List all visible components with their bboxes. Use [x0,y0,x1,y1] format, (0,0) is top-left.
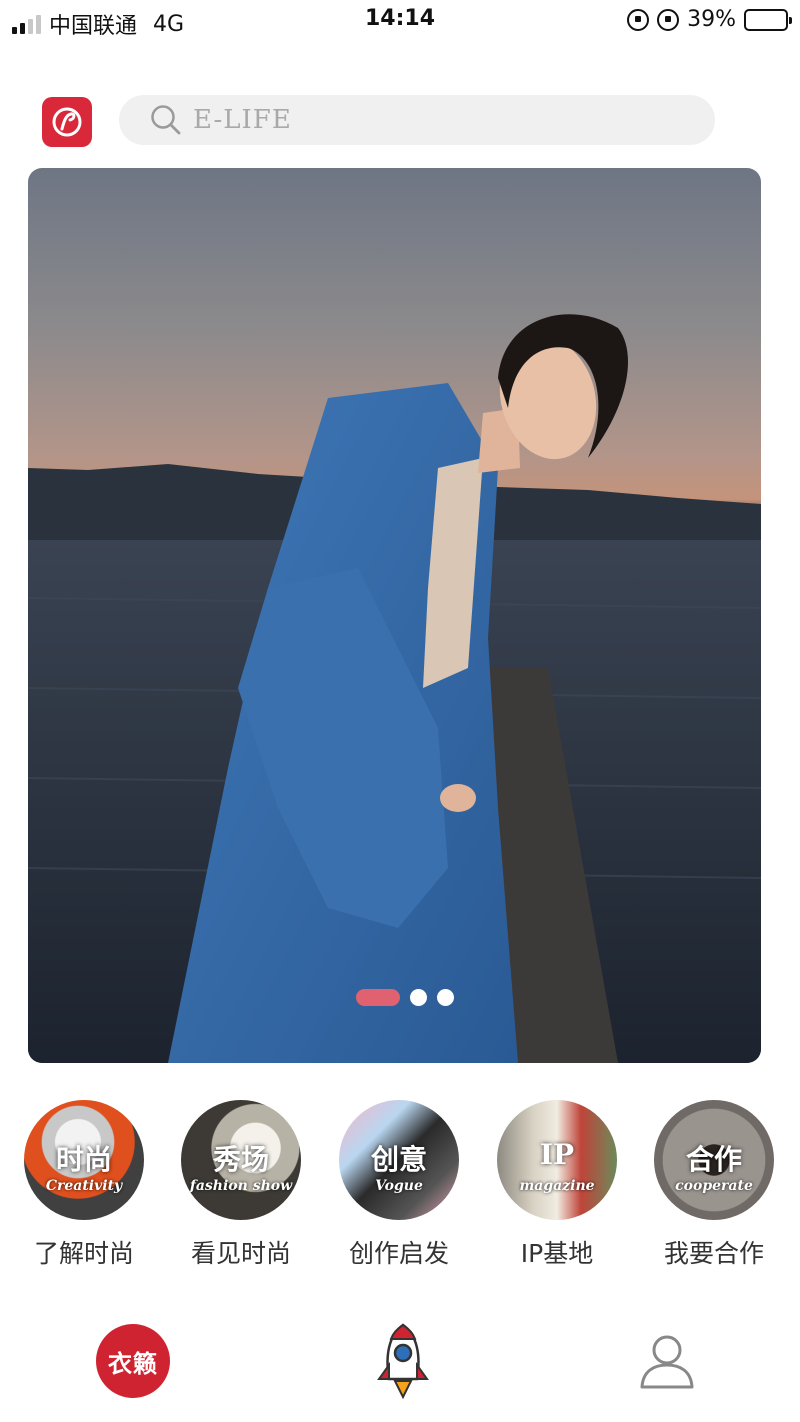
category-subtitle: magazine [519,1178,595,1194]
category-label: 创作启发 [348,1239,449,1268]
status-right: 39% [627,7,792,32]
category-magazine[interactable]: IP magazine IP基地 [497,1100,617,1270]
category-thumbnail: 创意 Vogue [339,1100,459,1220]
category-subtitle: cooperate [675,1178,753,1194]
nav-rocket[interactable] [363,1316,443,1406]
search-placeholder: E-LIFE [193,105,292,135]
category-creativity[interactable]: 时尚 Creativity 了解时尚 [24,1100,144,1270]
app-logo-icon[interactable] [42,97,92,147]
category-title: 秀场 [212,1143,269,1176]
category-title: 创意 [370,1143,427,1176]
category-label: IP基地 [520,1239,594,1268]
category-fashion-show[interactable]: 秀场 fashion show 看见时尚 [181,1100,301,1270]
category-thumbnail: 秀场 fashion show [181,1100,301,1220]
rotation-lock-icon [627,8,650,31]
status-bar: 中国联通 4G 14:14 39% [0,0,800,44]
nav-profile[interactable] [627,1316,707,1406]
category-label: 我要合作 [663,1239,764,1268]
category-subtitle: Vogue [375,1178,423,1194]
category-title: 合作 [685,1143,742,1176]
rocket-icon [377,1323,429,1400]
battery-icon [744,8,792,31]
carousel-dot[interactable] [410,989,427,1006]
profile-icon [640,1335,694,1389]
carousel-dot[interactable] [356,989,400,1006]
home-badge: 衣籁 [96,1324,170,1398]
banner-image [28,314,761,1063]
banner-carousel[interactable] [28,168,761,1063]
alarm-icon [657,8,680,31]
nav-home[interactable]: 衣籁 [93,1316,173,1406]
category-cooperate[interactable]: 合作 cooperate 我要合作 [654,1100,774,1270]
battery-percent: 39% [687,7,736,32]
search-bar[interactable]: E-LIFE [119,95,715,145]
carousel-indicators[interactable] [356,989,454,1006]
category-subtitle: fashion show [189,1178,293,1194]
category-label: 了解时尚 [33,1239,134,1268]
category-vogue[interactable]: 创意 Vogue 创作启发 [339,1100,459,1270]
search-icon [151,105,181,135]
category-label: 看见时尚 [190,1239,291,1268]
category-subtitle: Creativity [45,1178,123,1194]
carousel-dot[interactable] [437,989,454,1006]
category-title: IP [539,1138,575,1171]
category-thumbnail: 时尚 Creativity [24,1100,144,1220]
category-title: 时尚 [55,1143,112,1176]
category-thumbnail: 合作 cooperate [654,1100,774,1220]
category-thumbnail: IP magazine [497,1100,617,1220]
